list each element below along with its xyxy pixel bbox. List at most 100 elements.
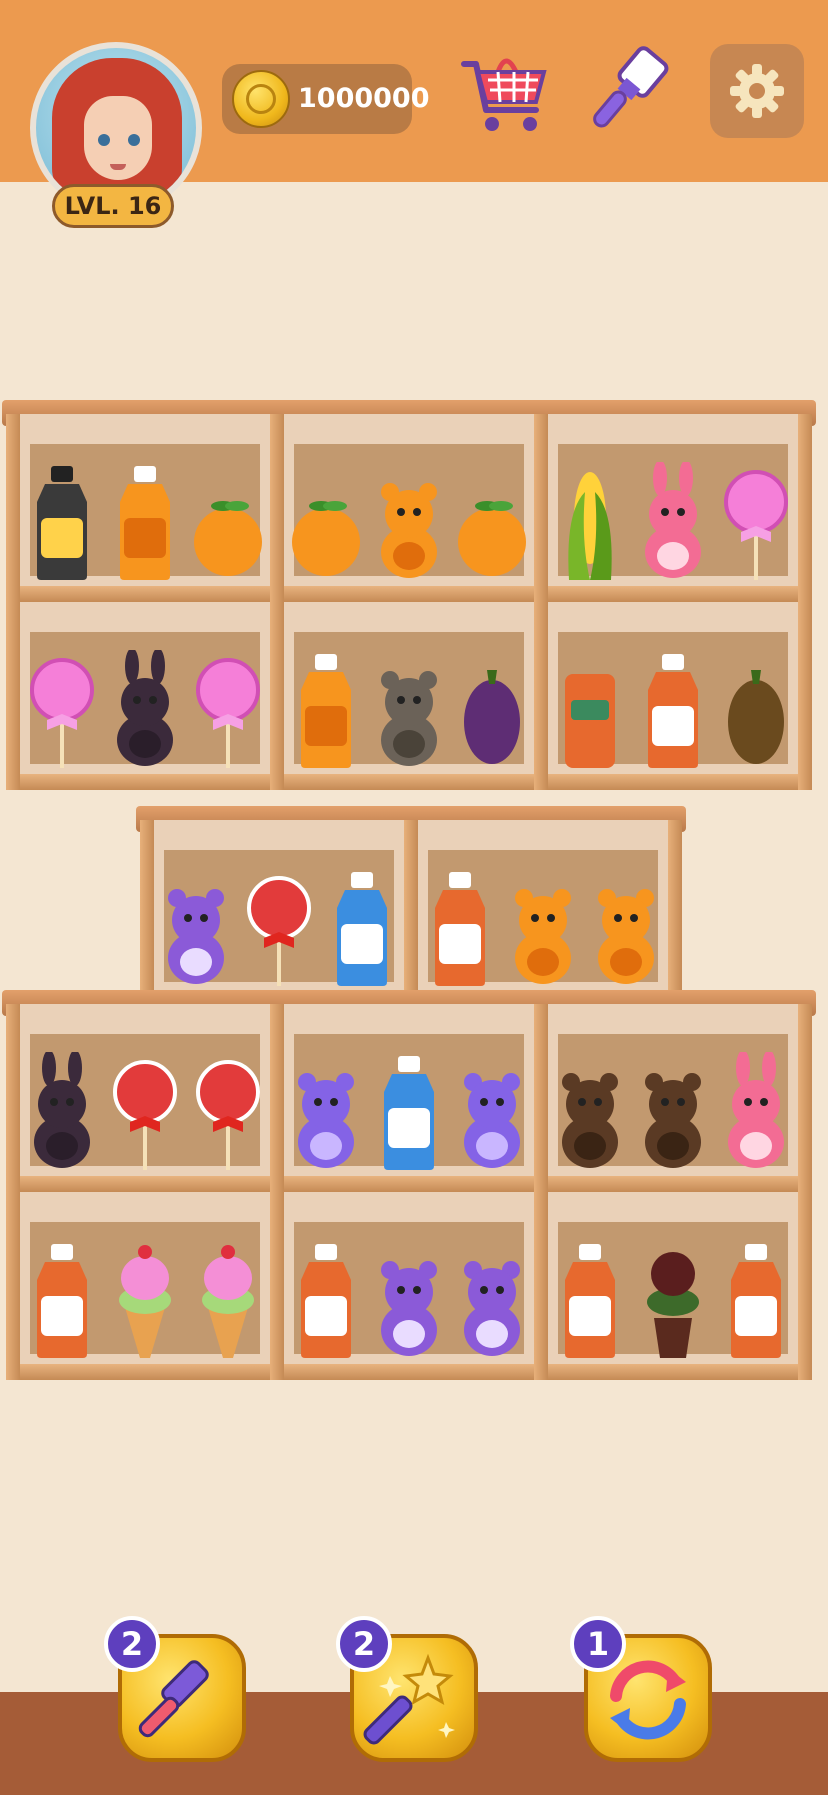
gear-icon — [730, 64, 784, 118]
shelf-item-graphic — [117, 648, 173, 766]
shelf-item-graphic — [598, 889, 655, 984]
shelf-item-graphic — [167, 889, 224, 984]
shelf-item-graphic — [381, 483, 437, 578]
shelf-item-milk-bottle[interactable] — [374, 1052, 444, 1170]
shelf-item-graphic — [464, 1261, 521, 1356]
shelf-item-orange[interactable] — [291, 462, 361, 580]
shelf-item-graphic — [647, 1252, 699, 1358]
shelf-post — [534, 414, 548, 790]
shelf-item-mango[interactable] — [721, 650, 791, 768]
coin-icon — [232, 70, 290, 128]
shelf-item-orange-kitten-with-heart[interactable] — [508, 868, 578, 986]
shelf-post — [140, 820, 154, 1008]
shelf-item-purple-dinosaur[interactable] — [374, 1240, 444, 1358]
shelf-item-orange-kitten-with-heart[interactable] — [374, 462, 444, 580]
shelf-board — [6, 1176, 812, 1192]
shelf-item-graphic — [120, 466, 170, 580]
shelf-post — [270, 414, 284, 790]
shelf-item-dark-bunny[interactable] — [110, 648, 180, 768]
shelf-item-pink-lollipop-doll[interactable] — [27, 650, 97, 768]
shelf-post — [798, 414, 812, 790]
shelf-item-graphic — [196, 658, 261, 768]
shelf-item-graphic — [731, 1244, 782, 1358]
shelf-item-pink-bunny[interactable] — [638, 460, 708, 580]
shelf-item-orange-juice-jug-with-flower[interactable] — [291, 650, 361, 768]
shelf-board — [6, 1364, 812, 1380]
avatar-eye-left — [98, 134, 110, 146]
shelf-item-graphic — [300, 1244, 351, 1358]
shelf-item-brown-monster[interactable] — [555, 1052, 625, 1170]
shelf-item-pink-lollipop-doll[interactable] — [193, 650, 263, 768]
shelf-item-milk-bottle[interactable] — [327, 868, 397, 986]
shelf-item-black-bottle-with-red-bow[interactable] — [27, 462, 97, 580]
shelf-item-orange-kitten-with-heart[interactable] — [591, 868, 661, 986]
shelf-item-grey-kitten[interactable] — [374, 650, 444, 768]
shelf-item-graphic — [297, 1073, 354, 1168]
shelf-item-graphic — [564, 1244, 615, 1358]
shelf-item-graphic — [648, 654, 698, 768]
shelf-item-ice-cream-cone[interactable] — [110, 1240, 180, 1358]
shelf-item-orange[interactable] — [193, 462, 263, 580]
shelf-item-graphic — [567, 472, 612, 580]
settings-button[interactable] — [710, 44, 804, 138]
shelf-item-graphic — [119, 1245, 171, 1358]
shelf-item-brown-monster[interactable] — [638, 1052, 708, 1170]
shelf-item-peach-juice-bottle[interactable] — [425, 868, 495, 986]
shelf-item-graphic — [464, 1073, 521, 1168]
avatar-eye-right — [128, 134, 140, 146]
shelf-item-lollipop-candy[interactable] — [244, 868, 314, 986]
magic-wand-count-badge: 2 — [336, 1616, 392, 1672]
shelf-post — [270, 1004, 284, 1380]
shelf-item-graphic — [645, 460, 701, 578]
shelf-item-potted-rose[interactable] — [638, 1240, 708, 1358]
shelf-item-purple-teddy-bear[interactable] — [457, 1052, 527, 1170]
shelf-item-grape-juice-bottle[interactable] — [27, 1240, 97, 1358]
shelf-item-graphic — [515, 889, 571, 984]
shelf-item-ice-cream-cone[interactable] — [193, 1240, 263, 1358]
shelf-item-lollipop-candy[interactable] — [193, 1052, 263, 1170]
hammer-count-badge: 2 — [104, 1616, 160, 1672]
shelf-item-lollipop-candy[interactable] — [110, 1052, 180, 1170]
shelf-post — [404, 820, 418, 1008]
coin-counter[interactable]: 1000000 — [222, 64, 430, 134]
shelf-post — [798, 1004, 812, 1380]
shelf-item-graphic — [36, 466, 87, 580]
shelf-item-juice-can[interactable] — [555, 650, 625, 768]
shelf-item-purple-dinosaur[interactable] — [161, 868, 231, 986]
shelf-item-eggplant[interactable] — [457, 650, 527, 768]
shelf-item-graphic — [36, 1244, 87, 1358]
shelf-item-graphic — [434, 872, 485, 986]
shelf-board — [6, 774, 812, 790]
shelf-item-graphic — [337, 872, 388, 986]
shelf-post — [534, 1004, 548, 1380]
shelf-item-lemon-juice-bottle[interactable] — [291, 1240, 361, 1358]
shelf-item-graphic — [194, 501, 263, 576]
paint-brush-icon[interactable] — [580, 44, 676, 140]
shelf-item-dark-bunny[interactable] — [27, 1050, 97, 1170]
shelf-item-graphic — [29, 658, 94, 768]
shelf-item-purple-dinosaur[interactable] — [457, 1240, 527, 1358]
shelf-item-graphic — [381, 1261, 437, 1356]
shelf-item-graphic — [291, 501, 360, 576]
shelf-item-corn[interactable] — [555, 462, 625, 580]
shelf-item-graphic — [33, 1050, 90, 1168]
shopping-cart-icon[interactable] — [458, 44, 554, 140]
shelf-item-purple-teddy-bear[interactable] — [291, 1052, 361, 1170]
coin-amount: 1000000 — [298, 83, 430, 114]
shelf-item-orange[interactable] — [457, 462, 527, 580]
shelf-item-pink-bunny[interactable] — [721, 1050, 791, 1170]
shelf-item-lemon-juice-bottle[interactable] — [555, 1240, 625, 1358]
shelf-item-graphic — [196, 1060, 261, 1170]
top-bar: 1000000 — [0, 0, 828, 214]
shelf-post — [6, 1004, 20, 1380]
shelf-item-graphic — [728, 670, 785, 764]
shelf-post — [668, 820, 682, 1008]
shelf-item-orange-juice-jug-with-flower[interactable] — [110, 462, 180, 580]
shelf-item-peach-juice-bottle[interactable] — [721, 1240, 791, 1358]
shelf-board — [6, 586, 812, 602]
shelf-item-graphic — [728, 1050, 785, 1168]
shelf-item-peach-juice-bottle[interactable] — [638, 650, 708, 768]
shelf-item-graphic — [645, 1073, 701, 1168]
shelf-item-pink-lollipop-doll[interactable] — [721, 462, 791, 580]
shelf-post — [6, 414, 20, 790]
